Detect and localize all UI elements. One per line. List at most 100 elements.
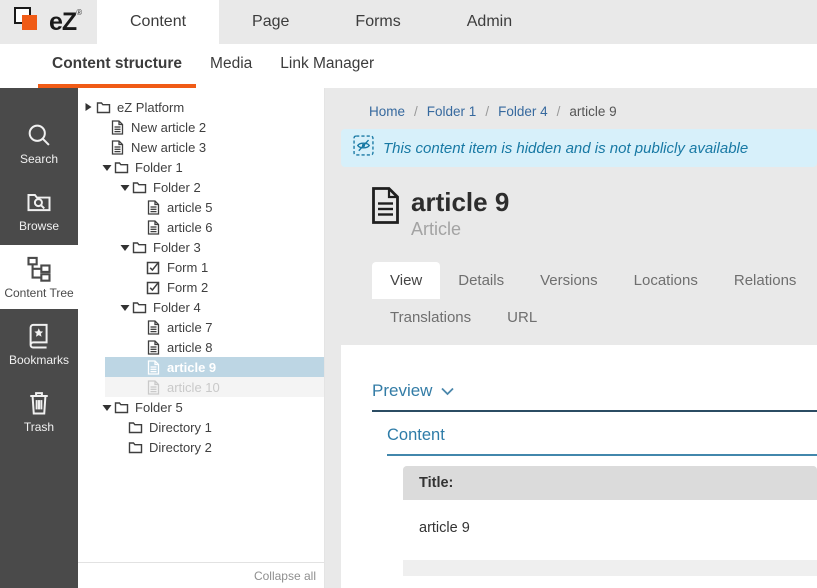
tree-item-article-10[interactable]: article 10 bbox=[84, 377, 324, 397]
subnav-item-link-manager[interactable]: Link Manager bbox=[266, 44, 388, 88]
sidebar-item-search[interactable]: Search bbox=[0, 111, 78, 175]
article-icon bbox=[146, 340, 161, 355]
expand-arrow-icon[interactable] bbox=[84, 102, 96, 112]
section-divider bbox=[387, 454, 817, 456]
breadcrumb-separator: / bbox=[557, 104, 561, 119]
sidebar-item-browse[interactable]: Browse bbox=[0, 178, 78, 242]
tab-translations[interactable]: Translations bbox=[372, 299, 489, 336]
tree-item-folder-4[interactable]: Folder 4 bbox=[84, 297, 324, 317]
tree-row-content: Folder 3 bbox=[84, 240, 201, 255]
sidebar-item-content-tree[interactable]: Content Tree bbox=[0, 245, 78, 309]
content-header: article 9 Article bbox=[372, 187, 817, 240]
article-icon bbox=[146, 320, 161, 335]
tree-item-form-1[interactable]: Form 1 bbox=[84, 257, 324, 277]
hidden-content-notice: This content item is hidden and is not p… bbox=[341, 129, 817, 167]
breadcrumb-link-folder-4[interactable]: Folder 4 bbox=[498, 104, 548, 119]
tree-item-label: Folder 3 bbox=[153, 240, 201, 255]
tree-item-folder-1[interactable]: Folder 1 bbox=[84, 157, 324, 177]
collapse-arrow-icon[interactable] bbox=[120, 303, 132, 312]
form-icon bbox=[146, 280, 161, 295]
sidebar-item-label: Search bbox=[20, 153, 58, 165]
tree-item-ez-platform[interactable]: eZ Platform bbox=[84, 97, 324, 117]
tree-row-content: Folder 4 bbox=[84, 300, 201, 315]
preview-toggle[interactable]: Preview bbox=[372, 381, 817, 401]
tree-row-content: Directory 1 bbox=[84, 420, 212, 435]
preview-divider bbox=[372, 410, 817, 412]
tree-item-article-9[interactable]: article 9 bbox=[84, 357, 324, 377]
tree-item-article-8[interactable]: article 8 bbox=[84, 337, 324, 357]
hidden-icon bbox=[353, 135, 374, 161]
tree-item-label: Folder 5 bbox=[135, 400, 183, 415]
tree-item-label: Folder 4 bbox=[153, 300, 201, 315]
sidebar-item-bookmarks[interactable]: Bookmarks bbox=[0, 312, 78, 376]
registered-mark: ® bbox=[76, 8, 81, 17]
tree-item-label: Directory 2 bbox=[149, 440, 212, 455]
tree-item-folder-3[interactable]: Folder 3 bbox=[84, 237, 324, 257]
tree-item-new-article-2[interactable]: New article 2 bbox=[84, 117, 324, 137]
tab-versions[interactable]: Versions bbox=[522, 262, 616, 299]
tab-relations[interactable]: Relations bbox=[716, 262, 815, 299]
tree-item-directory-2[interactable]: Directory 2 bbox=[84, 437, 324, 457]
article-icon bbox=[110, 140, 125, 155]
ez-logo-icon bbox=[14, 7, 44, 37]
main-area: Home/Folder 1/Folder 4/article 9 This co… bbox=[325, 88, 817, 588]
tree-item-label: article 7 bbox=[167, 320, 213, 335]
tree-item-label: article 5 bbox=[167, 200, 213, 215]
tree-item-folder-5[interactable]: Folder 5 bbox=[84, 397, 324, 417]
tab-locations[interactable]: Locations bbox=[616, 262, 716, 299]
top-tab-forms[interactable]: Forms bbox=[322, 0, 433, 44]
sidebar-item-label: Bookmarks bbox=[9, 354, 69, 366]
top-tab-page[interactable]: Page bbox=[219, 0, 322, 44]
bookmarks-icon bbox=[25, 322, 53, 350]
preview-label: Preview bbox=[372, 381, 432, 401]
tree-row-content: Folder 1 bbox=[84, 160, 183, 175]
folder-icon bbox=[114, 160, 129, 175]
field-value: article 9 bbox=[403, 500, 817, 560]
tab-details[interactable]: Details bbox=[440, 262, 522, 299]
browse-icon bbox=[25, 188, 53, 216]
field-table: Title:article 9 bbox=[403, 466, 817, 576]
top-tab-content[interactable]: Content bbox=[97, 0, 219, 44]
tree-item-form-2[interactable]: Form 2 bbox=[84, 277, 324, 297]
logo-text: eZ® bbox=[49, 8, 81, 37]
article-icon bbox=[146, 220, 161, 235]
tab-url[interactable]: URL bbox=[489, 299, 555, 336]
collapse-all-label: Collapse all bbox=[254, 569, 316, 583]
tree-row-content: article 9 bbox=[84, 360, 216, 375]
content-type-label: Article bbox=[411, 219, 509, 240]
tree-item-label: Form 1 bbox=[167, 260, 208, 275]
notice-text: This content item is hidden and is not p… bbox=[383, 140, 748, 157]
content-tree-panel: eZ PlatformNew article 2 New article 3 Fol… bbox=[78, 88, 325, 588]
breadcrumb-link-folder-1[interactable]: Folder 1 bbox=[427, 104, 477, 119]
article-icon bbox=[146, 380, 161, 395]
app-logo[interactable]: eZ® bbox=[0, 0, 97, 44]
tree-item-new-article-3[interactable]: New article 3 bbox=[84, 137, 324, 157]
subnav-item-media[interactable]: Media bbox=[196, 44, 266, 88]
top-tab-admin[interactable]: Admin bbox=[434, 0, 545, 44]
tab-view[interactable]: View bbox=[372, 262, 440, 299]
tree-item-folder-2[interactable]: Folder 2 bbox=[84, 177, 324, 197]
folder-icon bbox=[96, 100, 111, 115]
tree-item-label: New article 3 bbox=[131, 140, 206, 155]
breadcrumb-link-home[interactable]: Home bbox=[369, 104, 405, 119]
document-icon bbox=[372, 187, 399, 240]
tree-item-article-7[interactable]: article 7 bbox=[84, 317, 324, 337]
tree-item-article-6[interactable]: article 6 bbox=[84, 217, 324, 237]
collapse-arrow-icon[interactable] bbox=[120, 243, 132, 252]
collapse-arrow-icon[interactable] bbox=[120, 183, 132, 192]
sidebar-item-trash[interactable]: Trash bbox=[0, 379, 78, 443]
collapse-arrow-icon[interactable] bbox=[102, 403, 114, 412]
top-nav: ContentPageFormsAdmin bbox=[97, 0, 545, 44]
form-icon bbox=[146, 260, 161, 275]
collapse-arrow-icon[interactable] bbox=[102, 163, 114, 172]
tree-row-content: article 10 bbox=[84, 380, 220, 395]
tree-item-directory-1[interactable]: Directory 1 bbox=[84, 417, 324, 437]
subnav-item-content-structure[interactable]: Content structure bbox=[38, 44, 196, 88]
field-name: Title: bbox=[403, 466, 817, 500]
content-tabs: ViewDetailsVersionsLocationsRelations Tra… bbox=[372, 262, 817, 336]
collapse-all-button[interactable]: Collapse all bbox=[78, 562, 324, 588]
folder-icon bbox=[128, 420, 143, 435]
tree-item-article-5[interactable]: article 5 bbox=[84, 197, 324, 217]
content-tree-icon bbox=[25, 255, 53, 283]
article-icon bbox=[146, 360, 161, 375]
